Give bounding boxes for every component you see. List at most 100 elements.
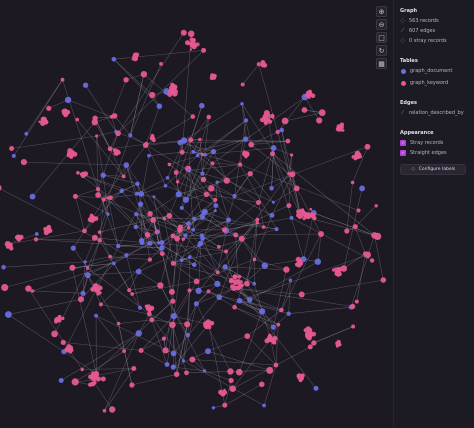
graph-keyword-node[interactable] — [189, 356, 196, 363]
graph-keyword-node[interactable] — [80, 367, 84, 372]
graph-document-node[interactable] — [84, 272, 91, 279]
graph-document-node[interactable] — [289, 215, 294, 220]
graph-keyword-node[interactable] — [228, 377, 234, 384]
graph-keyword-node[interactable] — [188, 137, 194, 143]
graph-keyword-node[interactable] — [43, 228, 47, 232]
graph-keyword-node[interactable] — [187, 288, 192, 293]
graph-document-node[interactable] — [135, 191, 139, 196]
graph-document-node[interactable] — [111, 56, 117, 62]
graph-keyword-node[interactable] — [358, 154, 363, 159]
graph-document-node[interactable] — [119, 188, 124, 194]
graph-keyword-node[interactable] — [173, 371, 180, 378]
graph-document-node[interactable] — [269, 186, 274, 191]
graph-document-node[interactable] — [185, 333, 190, 338]
graph-keyword-node[interactable] — [144, 232, 151, 238]
graph-document-node[interactable] — [243, 136, 249, 142]
graph-keyword-node[interactable] — [273, 362, 279, 368]
graph-document-node[interactable] — [199, 102, 205, 109]
graph-document-node[interactable] — [203, 153, 208, 157]
graph-document-node[interactable] — [82, 82, 89, 88]
graph-keyword-node[interactable] — [238, 235, 245, 242]
graph-document-node[interactable] — [182, 196, 189, 203]
graph-keyword-node[interactable] — [240, 82, 245, 87]
graph-keyword-node[interactable] — [311, 340, 317, 346]
graph-keyword-node[interactable] — [217, 244, 221, 249]
graph-keyword-node[interactable] — [289, 171, 296, 178]
graph-document-node[interactable] — [214, 280, 221, 287]
graph-keyword-node[interactable] — [116, 150, 121, 155]
graph-keyword-node[interactable] — [95, 187, 101, 192]
graph-document-node[interactable] — [170, 350, 177, 357]
graph-document-node[interactable] — [195, 153, 200, 158]
graph-keyword-node[interactable] — [162, 216, 166, 221]
graph-keyword-node[interactable] — [201, 47, 207, 53]
graph-document-node[interactable] — [216, 294, 223, 301]
graph-keyword-node[interactable] — [380, 277, 387, 283]
graph-document-node[interactable] — [200, 236, 206, 241]
graph-document-node[interactable] — [271, 200, 275, 204]
graph-document-node[interactable] — [201, 208, 208, 216]
graph-keyword-node[interactable] — [247, 171, 253, 177]
graph-keyword-node[interactable] — [76, 171, 80, 175]
graph-keyword-node[interactable] — [159, 62, 163, 66]
graph-keyword-node[interactable] — [69, 155, 74, 159]
graph-keyword-node[interactable] — [77, 296, 85, 303]
graph-keyword-node[interactable] — [374, 232, 382, 240]
graph-keyword-node[interactable] — [46, 230, 50, 234]
graph-keyword-node[interactable] — [270, 151, 275, 157]
graph-keyword-node[interactable] — [161, 336, 166, 341]
graph-keyword-node[interactable] — [168, 288, 175, 295]
graph-keyword-node[interactable] — [275, 129, 280, 135]
graph-keyword-node[interactable] — [237, 274, 242, 279]
graph-document-node[interactable] — [314, 258, 321, 265]
graph-keyword-node[interactable] — [184, 370, 189, 376]
graph-keyword-node[interactable] — [298, 214, 303, 219]
graph-keyword-node[interactable] — [150, 134, 154, 138]
graph-keyword-node[interactable] — [72, 193, 78, 199]
graph-keyword-node[interactable] — [256, 200, 261, 205]
graph-keyword-node[interactable] — [203, 191, 210, 198]
graph-keyword-node[interactable] — [175, 180, 180, 184]
graph-keyword-node[interactable] — [304, 214, 309, 219]
graph-keyword-node[interactable] — [170, 260, 176, 266]
graph-keyword-node[interactable] — [298, 291, 305, 298]
graph-keyword-node[interactable] — [283, 266, 290, 273]
graph-document-node[interactable] — [170, 364, 176, 370]
graph-keyword-node[interactable] — [374, 204, 378, 208]
graph-keyword-node[interactable] — [97, 230, 102, 234]
graph-keyword-node[interactable] — [109, 114, 114, 119]
graph-keyword-node[interactable] — [256, 62, 261, 67]
graph-keyword-node[interactable] — [134, 52, 140, 58]
graph-document-node[interactable] — [135, 330, 142, 337]
graph-keyword-node[interactable] — [147, 306, 153, 312]
graph-keyword-node[interactable] — [60, 339, 66, 345]
graph-document-node[interactable] — [112, 261, 116, 266]
graph-keyword-node[interactable] — [339, 122, 345, 127]
graph-keyword-node[interactable] — [131, 366, 137, 371]
graph-document-node[interactable] — [58, 378, 64, 383]
graph-document-node[interactable] — [288, 278, 293, 282]
graph-document-node[interactable] — [163, 184, 168, 188]
graph-keyword-node[interactable] — [200, 176, 207, 183]
graph-document-node[interactable] — [106, 212, 110, 216]
graph-document-node[interactable] — [192, 216, 197, 221]
graph-keyword-node[interactable] — [336, 340, 341, 346]
graph-keyword-node[interactable] — [285, 138, 291, 144]
graph-keyword-node[interactable] — [46, 105, 52, 111]
rotate-icon[interactable]: ↻ — [376, 45, 387, 56]
table-item-graph-document[interactable]: graph_document — [400, 68, 468, 74]
graph-keyword-node[interactable] — [208, 185, 215, 192]
graph-keyword-node[interactable] — [107, 146, 113, 152]
graph-keyword-node[interactable] — [15, 234, 21, 240]
graph-document-node[interactable] — [205, 348, 211, 355]
graph-keyword-node[interactable] — [332, 268, 336, 272]
graph-keyword-node[interactable] — [71, 378, 79, 386]
graph-keyword-node[interactable] — [198, 137, 202, 141]
graph-keyword-node[interactable] — [123, 77, 129, 83]
graph-keyword-node[interactable] — [184, 321, 191, 328]
graph-keyword-node[interactable] — [30, 289, 35, 293]
graph-keyword-node[interactable] — [157, 282, 164, 289]
grid-icon[interactable]: ▦ — [376, 58, 387, 69]
graph-keyword-node[interactable] — [235, 285, 241, 291]
graph-document-node[interactable] — [199, 214, 206, 220]
